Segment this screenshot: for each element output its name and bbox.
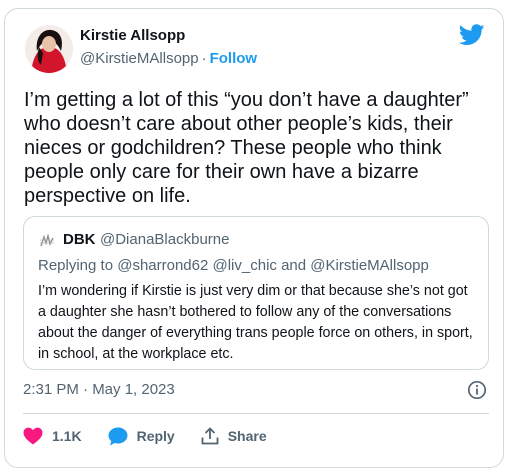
quoted-tweet[interactable]: DBK @DianaBlackburne Replying to @sharro… — [23, 216, 489, 370]
quote-author-name[interactable]: DBK — [63, 231, 96, 248]
heart-icon — [23, 427, 43, 445]
info-icon[interactable] — [467, 380, 487, 400]
separator-dot: · — [201, 50, 207, 67]
replying-to-prefix: Replying to — [38, 257, 114, 274]
share-label: Share — [227, 428, 267, 444]
quote-author-handle[interactable]: @DianaBlackburne — [100, 231, 229, 248]
replying-to-mentions[interactable]: @sharrond62 @liv_chic and @KirstieMAllso… — [117, 257, 429, 274]
quote-author-avatar[interactable] — [38, 232, 56, 250]
like-count: 1.1K — [52, 428, 82, 444]
action-bar: 1.1K Reply Share — [23, 421, 293, 451]
author-name[interactable]: Kirstie Allsopp — [80, 27, 185, 44]
quote-text: I’m wondering if Kirstie is just very di… — [38, 283, 473, 362]
tweet-timestamp[interactable]: 2:31 PM · May 1, 2023 — [23, 381, 175, 398]
author-handle-line: @KirstieMAllsopp · Follow — [80, 50, 257, 67]
reply-bubble-icon — [108, 427, 128, 445]
divider — [23, 413, 489, 414]
reply-button[interactable]: Reply — [108, 427, 175, 446]
tweet-text: I’m getting a lot of this “you don’t hav… — [24, 89, 469, 207]
avatar-photo — [25, 25, 73, 73]
like-button[interactable]: 1.1K — [23, 427, 82, 445]
tweet-card: Kirstie Allsopp @KirstieMAllsopp · Follow … — [4, 8, 504, 468]
share-button[interactable]: Share — [201, 427, 267, 445]
follow-button[interactable]: Follow — [210, 50, 258, 67]
reply-label: Reply — [136, 428, 175, 444]
author-avatar[interactable] — [25, 25, 73, 73]
quote-replying-to: Replying to @sharrond62 @liv_chic and @K… — [38, 257, 429, 274]
twitter-bird-icon[interactable] — [459, 24, 485, 46]
share-icon — [201, 427, 219, 445]
author-handle[interactable]: @KirstieMAllsopp — [80, 50, 199, 67]
